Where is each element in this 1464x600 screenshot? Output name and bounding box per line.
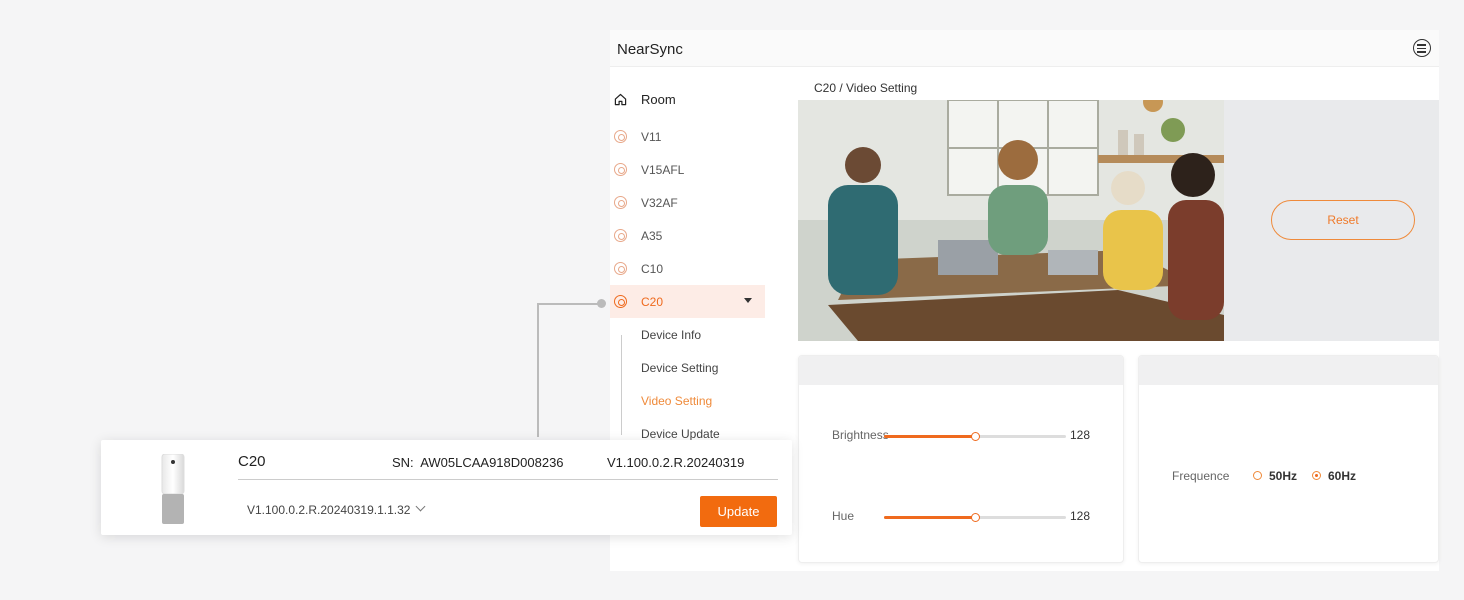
device-icon — [614, 295, 627, 308]
top-bar: NearSync — [610, 30, 1439, 67]
caret-down-icon[interactable] — [744, 298, 752, 303]
sidebar-item-label: V32AF — [641, 195, 678, 210]
sidebar-item-v32af[interactable]: V32AF — [610, 186, 765, 219]
device-name: C20 — [238, 453, 266, 470]
hue-value: 128 — [1070, 509, 1091, 523]
submenu-video-setting[interactable]: Video Setting — [641, 394, 712, 408]
slider-fill — [884, 435, 975, 438]
submenu-guide-line — [621, 335, 622, 435]
radio-60hz[interactable]: 60Hz — [1312, 469, 1356, 483]
brightness-value: 128 — [1070, 428, 1091, 442]
card-header — [1139, 356, 1438, 385]
sn-label: SN: — [392, 455, 414, 470]
device-icon — [614, 130, 627, 143]
device-icon — [614, 163, 627, 176]
brightness-slider[interactable]: Brightness 128 — [832, 428, 1102, 444]
app-title: NearSync — [617, 41, 683, 58]
preview-side-panel: Reset — [1224, 100, 1439, 341]
reset-button[interactable]: Reset — [1271, 200, 1415, 240]
image-adjust-card: Brightness 128 Hue 128 — [798, 355, 1124, 563]
sidebar-item-c20[interactable]: C20 — [610, 285, 765, 318]
connector-line — [537, 303, 539, 437]
video-preview-image — [798, 100, 1224, 341]
sidebar-item-label: V15AFL — [641, 162, 685, 177]
home-icon — [614, 93, 627, 106]
sidebar-item-room[interactable]: Room — [610, 83, 765, 116]
connector-dot — [597, 299, 606, 308]
sn-value: AW05LCAA918D008236 — [420, 455, 564, 470]
radio-circle — [1253, 471, 1262, 480]
serial-number: SN: AW05LCAA918D008236 — [392, 455, 564, 470]
device-icon — [614, 196, 627, 209]
slider-track[interactable] — [884, 432, 1066, 441]
slider-fill — [884, 516, 975, 519]
submenu-device-info[interactable]: Device Info — [641, 328, 701, 342]
hue-slider[interactable]: Hue 128 — [832, 509, 1102, 525]
device-icon — [614, 262, 627, 275]
radio-label: 60Hz — [1328, 469, 1357, 483]
version-select[interactable]: V1.100.0.2.R.20240319.1.1.32 — [247, 503, 410, 517]
divider — [238, 479, 778, 480]
brightness-label: Brightness — [832, 428, 889, 442]
chevron-down-icon[interactable] — [415, 501, 426, 512]
sidebar-item-a35[interactable]: A35 — [610, 219, 765, 252]
sidebar-item-label: C20 — [641, 294, 664, 309]
hue-label: Hue — [832, 509, 855, 523]
radio-circle — [1312, 471, 1321, 480]
submenu-device-update[interactable]: Device Update — [641, 427, 720, 441]
update-button[interactable]: Update — [700, 496, 777, 527]
connector-line — [537, 303, 599, 305]
frequency-label: Frequence — [1172, 469, 1230, 483]
device-icon — [614, 229, 627, 242]
sidebar-item-v11[interactable]: V11 — [610, 120, 765, 153]
radio-label: 50Hz — [1269, 469, 1298, 483]
sidebar-item-label: Room — [641, 92, 676, 107]
frequency-card: Frequence 50Hz 60Hz — [1138, 355, 1439, 563]
slider-track[interactable] — [884, 513, 1066, 522]
sidebar-item-c10[interactable]: C10 — [610, 252, 765, 285]
sidebar-item-label: V11 — [641, 129, 662, 144]
video-preview — [798, 100, 1224, 341]
sidebar-item-v15afl[interactable]: V15AFL — [610, 153, 765, 186]
submenu-device-setting[interactable]: Device Setting — [641, 361, 718, 375]
menu-icon[interactable] — [1413, 39, 1431, 57]
slider-thumb[interactable] — [970, 432, 980, 441]
device-image — [161, 454, 185, 524]
update-popup: C20 SN: AW05LCAA918D008236 V1.100.0.2.R.… — [101, 440, 792, 535]
card-header — [799, 356, 1123, 385]
current-version: V1.100.0.2.R.20240319 — [607, 455, 745, 470]
radio-50hz[interactable]: 50Hz — [1253, 469, 1297, 483]
sidebar-item-label: A35 — [641, 228, 663, 243]
slider-thumb[interactable] — [970, 513, 980, 522]
sidebar-item-label: C10 — [641, 261, 664, 276]
breadcrumb: C20 / Video Setting — [814, 81, 918, 95]
